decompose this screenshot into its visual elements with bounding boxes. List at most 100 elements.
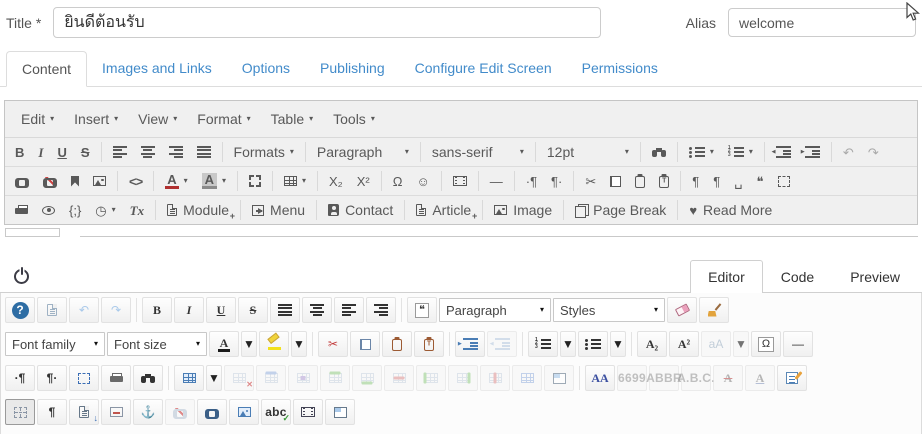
numbered-list-button-jce[interactable] xyxy=(528,331,558,357)
background-color-button[interactable]: A ▾ xyxy=(195,168,233,194)
table-menu[interactable]: Table ▾ xyxy=(261,105,323,133)
image-button[interactable]: Image xyxy=(487,197,559,223)
anchor-button-jce[interactable]: ⚓ xyxy=(133,399,163,425)
visual-chars-button-jce[interactable]: ¶ xyxy=(37,399,67,425)
paste-button[interactable] xyxy=(628,168,652,194)
text-color-button[interactable]: A ▾ xyxy=(158,168,194,194)
tab-content[interactable]: Content xyxy=(6,51,88,87)
paragraph-select[interactable]: Paragraph ▾ xyxy=(439,298,551,322)
ltr-button[interactable]: ·¶ xyxy=(519,168,544,194)
bullet-list-button[interactable]: ▾ xyxy=(682,139,721,165)
insert-column-after-button[interactable] xyxy=(448,365,478,391)
numbered-list-picker[interactable]: ▼ xyxy=(560,331,576,357)
print-button[interactable] xyxy=(8,197,35,223)
unlink-button-jce[interactable] xyxy=(165,399,195,425)
emoticons-button[interactable]: ☺ xyxy=(409,168,436,194)
undo-button[interactable]: ↶ xyxy=(836,139,861,165)
source-code-button[interactable]: <> xyxy=(122,168,149,194)
insert-table-picker[interactable]: ▼ xyxy=(206,365,222,391)
remove-format-button[interactable] xyxy=(667,297,697,323)
tab-code[interactable]: Code xyxy=(763,260,832,293)
undo-button-jce[interactable]: ↶ xyxy=(69,297,99,323)
italic-button[interactable]: I xyxy=(31,139,50,165)
insertion-button[interactable]: A xyxy=(745,365,775,391)
toggle-editor-button[interactable] xyxy=(10,266,33,292)
insert-image-button[interactable] xyxy=(86,168,113,194)
spellcheck-button-jce[interactable]: abc ✓ xyxy=(261,399,291,425)
article-button[interactable]: Article + xyxy=(409,197,478,223)
numbered-list-button[interactable]: ▾ xyxy=(721,139,760,165)
underline-button[interactable]: U xyxy=(50,139,73,165)
rtl-button-jce[interactable]: ¶· xyxy=(37,365,67,391)
menu-button[interactable]: Menu xyxy=(245,197,312,223)
font-size-select[interactable]: Font size ▾ xyxy=(107,332,207,356)
styles-select[interactable]: Styles ▾ xyxy=(553,298,665,322)
horizontal-line-button[interactable]: — xyxy=(483,168,510,194)
font-family-dropdown[interactable]: sans-serif ▾ xyxy=(425,139,531,165)
redo-button-jce[interactable]: ↷ xyxy=(101,297,131,323)
find-replace-button-jce[interactable] xyxy=(133,365,163,391)
justify-full-button[interactable] xyxy=(270,297,300,323)
attributes-button[interactable] xyxy=(777,365,807,391)
cut-button[interactable]: ✂ xyxy=(578,168,603,194)
strikethrough-button[interactable]: S xyxy=(74,139,97,165)
special-character-button[interactable]: Ω xyxy=(386,168,410,194)
outdent-button-jce[interactable]: ◂ xyxy=(487,331,517,357)
image-button-jce[interactable] xyxy=(229,399,259,425)
fullscreen-button[interactable] xyxy=(242,168,268,194)
blockquote-button[interactable]: ❝ xyxy=(750,168,771,194)
subscript-button-jce[interactable]: A₂ xyxy=(637,331,667,357)
table-button[interactable]: ▾ xyxy=(277,168,313,194)
anchor-button[interactable] xyxy=(64,168,86,194)
text-color-picker[interactable]: ▼ xyxy=(241,331,257,357)
title-input[interactable] xyxy=(53,7,602,38)
insert-media-button[interactable] xyxy=(446,168,474,194)
print-button-jce[interactable] xyxy=(101,365,131,391)
code-sample-button[interactable]: {;} xyxy=(62,197,88,223)
format-menu[interactable]: Format ▾ xyxy=(187,105,260,133)
insert-menu[interactable]: Insert ▾ xyxy=(64,105,128,133)
align-center-button-jce[interactable] xyxy=(302,297,332,323)
abbreviation-button[interactable]: ABBR xyxy=(646,365,682,391)
visual-chars-button[interactable]: ¶ xyxy=(685,168,706,194)
align-right-button-jce[interactable] xyxy=(366,297,396,323)
deletion-button[interactable]: A xyxy=(713,365,743,391)
rtl-button[interactable]: ¶· xyxy=(544,168,569,194)
insert-column-before-button[interactable] xyxy=(416,365,446,391)
indent-button-jce[interactable]: ▸ xyxy=(455,331,485,357)
redo-button[interactable]: ↷ xyxy=(861,139,886,165)
paste-button-jce[interactable] xyxy=(382,331,412,357)
tab-options[interactable]: Options xyxy=(227,51,305,87)
tab-permissions[interactable]: Permissions xyxy=(567,51,673,87)
page-break-button-jce[interactable]: ↓ xyxy=(69,399,99,425)
bullet-list-picker[interactable]: ▼ xyxy=(610,331,626,357)
blockquote-button-jce[interactable]: ❝ xyxy=(407,297,437,323)
insert-table-button[interactable] xyxy=(174,365,204,391)
remove-link-button[interactable] xyxy=(36,168,64,194)
split-cells-button[interactable] xyxy=(512,365,542,391)
align-left-button[interactable] xyxy=(106,139,134,165)
delete-column-button[interactable] xyxy=(480,365,510,391)
bullet-list-button-jce[interactable] xyxy=(578,331,608,357)
underline-button-jce[interactable]: U xyxy=(206,297,236,323)
link-button-jce[interactable] xyxy=(197,399,227,425)
subscript-button[interactable]: X₂ xyxy=(322,168,350,194)
copy-button-jce[interactable] xyxy=(350,331,380,357)
case-change-button[interactable]: aA xyxy=(701,331,731,357)
visual-blocks-button[interactable] xyxy=(771,168,797,194)
tab-preview[interactable]: Preview xyxy=(832,260,918,293)
tools-menu[interactable]: Tools ▾ xyxy=(323,105,385,133)
cut-button-jce[interactable]: ✂ xyxy=(318,331,348,357)
formats-dropdown[interactable]: Formats ▾ xyxy=(227,139,301,165)
ltr-button-jce[interactable]: ·¶ xyxy=(5,365,35,391)
delete-table-button[interactable]: ✕ xyxy=(224,365,254,391)
tab-images-and-links[interactable]: Images and Links xyxy=(87,51,227,87)
acronym-button[interactable]: A.B.C. xyxy=(677,365,715,391)
visual-aid-button[interactable] xyxy=(69,365,99,391)
visual-blocks-button-jce[interactable] xyxy=(5,399,35,425)
preview-button[interactable] xyxy=(35,197,62,223)
decrease-indent-button[interactable]: ◂ xyxy=(769,139,798,165)
template-button-jce[interactable] xyxy=(325,399,355,425)
insert-row-before-button[interactable] xyxy=(320,365,350,391)
align-right-button[interactable] xyxy=(162,139,190,165)
